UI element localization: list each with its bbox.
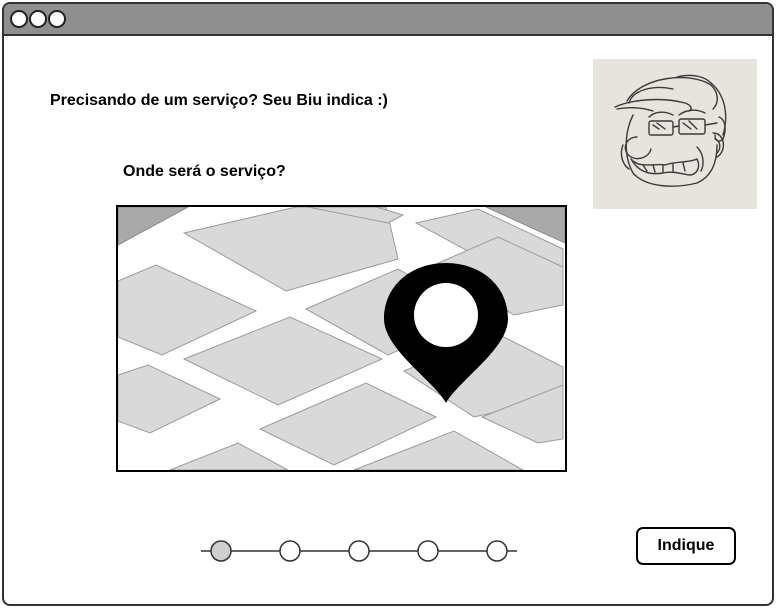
seu-biu-avatar	[593, 59, 757, 209]
step-dot-2[interactable]	[279, 540, 301, 562]
indique-button[interactable]: Indique	[636, 527, 736, 565]
progress-stepper	[199, 537, 519, 565]
location-question: Onde será o serviço?	[123, 163, 286, 180]
minimize-window-button[interactable]	[29, 10, 47, 28]
step-dot-3[interactable]	[348, 540, 370, 562]
close-window-button[interactable]	[10, 10, 28, 28]
app-window: Precisando de um serviço? Seu Biu indica…	[2, 2, 774, 606]
page-title: Precisando de um serviço? Seu Biu indica…	[50, 92, 388, 109]
maximize-window-button[interactable]	[48, 10, 66, 28]
step-dot-1[interactable]	[210, 540, 232, 562]
step-dot-4[interactable]	[417, 540, 439, 562]
title-bar	[4, 4, 772, 36]
location-map[interactable]	[116, 205, 567, 472]
step-dot-5[interactable]	[486, 540, 508, 562]
